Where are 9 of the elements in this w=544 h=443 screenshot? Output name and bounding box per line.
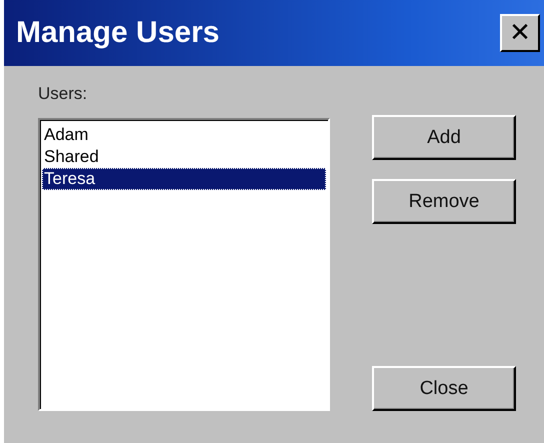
close-button[interactable]: ✕ (500, 14, 540, 52)
list-item[interactable]: Adam (42, 124, 326, 146)
window-title: Manage Users (16, 16, 220, 50)
dialog-button[interactable]: Close (372, 366, 516, 411)
list-item[interactable]: Shared (42, 146, 326, 168)
dialog-button[interactable]: Add (372, 115, 516, 160)
list-item[interactable]: Teresa (42, 168, 326, 190)
dialog-button[interactable]: Remove (372, 179, 516, 224)
users-label: Users: (38, 84, 88, 105)
